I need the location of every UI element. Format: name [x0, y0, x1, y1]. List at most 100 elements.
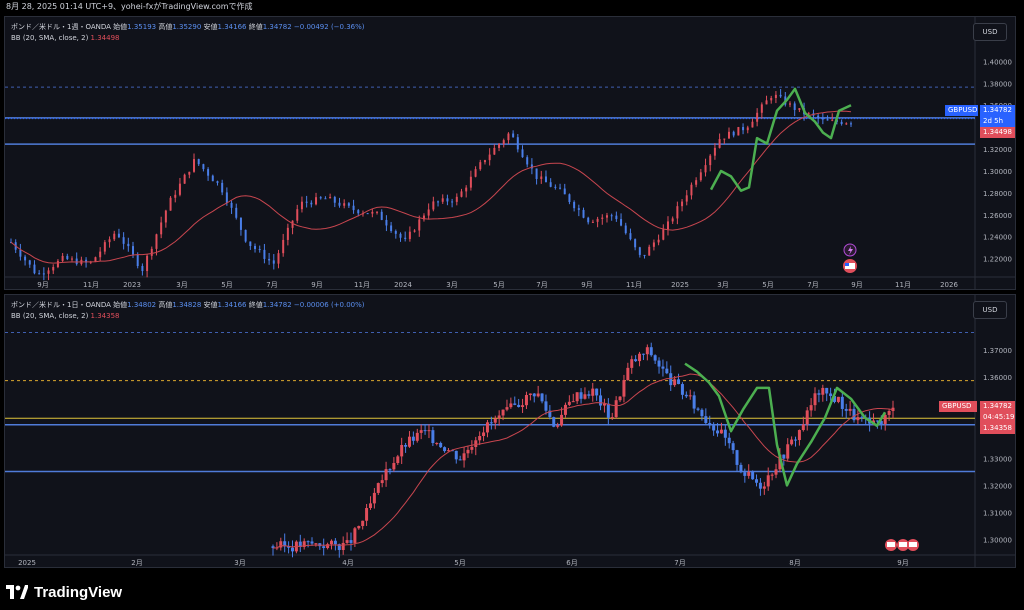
candle-body — [458, 459, 462, 461]
weekly-chart-panel[interactable]: 1.400001.380001.360001.340001.320001.300… — [4, 16, 1016, 290]
candle-body — [451, 201, 454, 203]
candle-body — [571, 401, 575, 403]
currency-button[interactable]: USD — [973, 301, 1007, 319]
high-value: 1.35290 — [172, 23, 202, 31]
events-markers[interactable] — [841, 243, 861, 283]
candle-body — [817, 115, 820, 119]
candle-body — [676, 206, 679, 219]
candle-body — [235, 207, 238, 218]
candle-body — [790, 439, 794, 445]
candle-body — [357, 210, 360, 214]
candle-body — [56, 260, 59, 268]
bb-label: BB (20, SMA, close, 2) — [11, 34, 89, 42]
price-tick-label: 1.40000 — [983, 58, 1012, 66]
candle-body — [505, 407, 509, 410]
candle-body — [178, 183, 181, 195]
candle-body — [146, 255, 149, 272]
price-tick-label: 1.38000 — [983, 80, 1012, 88]
candle-body — [727, 437, 731, 444]
candle-body — [614, 400, 618, 418]
candle-body — [521, 149, 524, 158]
weekly-bb-legend: BB (20, SMA, close, 2) 1.34498 — [11, 34, 120, 42]
price-tag: 1.34782 04:45:19 — [980, 401, 1015, 423]
weekly-chart-canvas[interactable]: 1.400001.380001.360001.340001.320001.300… — [5, 17, 1016, 290]
candle-body — [441, 198, 444, 202]
candle-body — [207, 169, 210, 176]
candle-body — [605, 215, 608, 218]
candle-body — [489, 422, 493, 424]
candle-body — [556, 425, 560, 427]
candle-body — [638, 353, 642, 362]
bb-middle-line — [10, 110, 852, 264]
candle-body — [164, 210, 167, 223]
price-tick-label: 1.36000 — [983, 374, 1012, 382]
price-tag-value: 1.34782 — [983, 402, 1012, 410]
time-tick-label: 2月 — [131, 559, 142, 567]
candle-body — [439, 442, 443, 448]
candle-body — [544, 401, 548, 411]
candle-body — [300, 201, 303, 210]
candle-body — [521, 405, 525, 407]
candle-body — [648, 246, 651, 256]
high-label: 高値 — [158, 23, 173, 31]
candle-body — [641, 353, 645, 355]
candle-body — [485, 422, 489, 433]
bb-value: 1.34498 — [90, 34, 120, 42]
price-tick-label: 1.30000 — [983, 536, 1012, 544]
candle-body — [353, 528, 357, 543]
candle-body — [669, 373, 673, 386]
candle-body — [155, 234, 158, 249]
candle-body — [856, 417, 860, 421]
candle-body — [610, 215, 613, 217]
candle-body — [455, 196, 458, 202]
price-tick-label: 1.30000 — [983, 168, 1012, 176]
time-tick-label: 6月 — [566, 559, 577, 567]
candle-body — [296, 209, 299, 221]
candle-body — [709, 155, 712, 166]
candle-body — [216, 181, 219, 183]
daily-bb-legend: BB (20, SMA, close, 2) 1.34358 — [11, 312, 120, 320]
candle-body — [573, 202, 576, 209]
candle-body — [479, 162, 482, 170]
candle-body — [513, 403, 517, 405]
tradingview-brand-name: TradingView — [34, 583, 123, 601]
candle-body — [615, 215, 618, 220]
candle-body — [516, 137, 519, 150]
candle-body — [66, 255, 69, 260]
candle-body — [743, 472, 747, 476]
candle-body — [460, 191, 463, 197]
candle-body — [310, 541, 314, 544]
candle-body — [793, 103, 796, 110]
candle-body — [762, 486, 766, 489]
candle-body — [755, 479, 759, 483]
currency-button[interactable]: USD — [973, 23, 1007, 41]
events-markers[interactable] — [883, 537, 923, 553]
candle-body — [239, 217, 242, 230]
candle-body — [413, 230, 416, 232]
candle-body — [630, 359, 634, 368]
candle-body — [394, 231, 397, 234]
candle-body — [322, 546, 326, 549]
candle-body — [540, 393, 544, 402]
candle-body — [577, 208, 580, 210]
candle-body — [718, 139, 721, 148]
low-value: 1.34166 — [217, 23, 247, 31]
daily-chart-canvas[interactable]: 1.370001.360001.350001.340001.330001.320… — [5, 295, 1016, 568]
candle-body — [341, 542, 345, 550]
candle-body — [696, 408, 700, 410]
candle-body — [454, 450, 458, 460]
candle-body — [384, 469, 388, 481]
daily-chart-panel[interactable]: 1.370001.360001.350001.340001.330001.320… — [4, 294, 1016, 568]
candle-body — [840, 121, 843, 124]
candle-body — [399, 233, 402, 238]
candle-body — [712, 425, 716, 431]
candle-body — [813, 393, 817, 406]
candle-body — [352, 205, 355, 211]
candle-body — [583, 394, 587, 399]
candle-body — [469, 176, 472, 188]
time-tick-label: 9月 — [37, 281, 48, 289]
candle-body — [408, 231, 411, 239]
candle-body — [498, 144, 501, 148]
candle-body — [404, 444, 408, 447]
candle-body — [661, 366, 665, 369]
